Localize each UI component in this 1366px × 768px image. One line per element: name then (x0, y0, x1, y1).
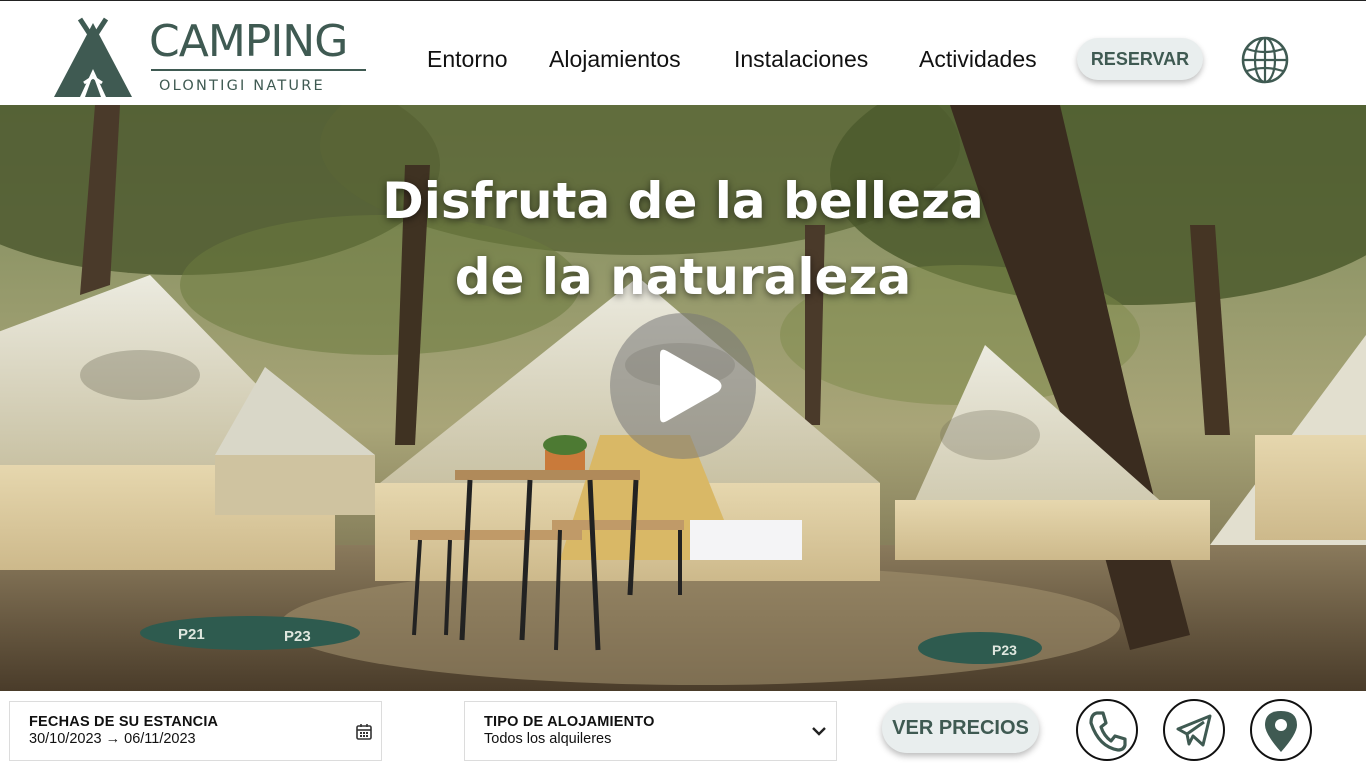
accommodation-type-select[interactable]: TIPO DE ALOJAMIENTO Todos los alquileres (464, 701, 837, 761)
stay-dates-label: FECHAS DE SU ESTANCIA (29, 714, 219, 730)
reserve-button[interactable]: RESERVAR (1077, 38, 1203, 80)
globe-icon[interactable] (1240, 35, 1290, 85)
nav-alojamientos[interactable]: Alojamientos (549, 45, 681, 73)
view-prices-button[interactable]: VER PRECIOS (882, 703, 1039, 753)
calendar-icon[interactable] (356, 723, 372, 740)
stay-dates-value: 30/10/2023 → 06/11/2023 (29, 731, 196, 747)
accommodation-type-value: Todos los alquileres (484, 731, 612, 747)
hero-section: P21 P23 P23 Disfruta de la belleza de la… (0, 105, 1366, 691)
hero-title-line-2: de la naturaleza (454, 248, 912, 306)
pitch-label-p23: P23 (284, 628, 311, 645)
stay-dates-field[interactable]: FECHAS DE SU ESTANCIA 30/10/2023 → 06/11… (9, 701, 382, 761)
phone-icon (1089, 711, 1127, 752)
pitch-label-p21: P21 (178, 626, 205, 643)
site-header: CAMPING OLONTIGI NATURE Entorno Alojamie… (0, 0, 1366, 105)
logo-subtitle: OLONTIGI NATURE (159, 78, 325, 94)
location-button[interactable] (1250, 699, 1312, 761)
camping-logo[interactable]: CAMPING OLONTIGI NATURE (52, 15, 372, 99)
telegram-icon (1176, 714, 1212, 747)
booking-bar: FECHAS DE SU ESTANCIA 30/10/2023 → 06/11… (0, 691, 1366, 768)
telegram-button[interactable] (1163, 699, 1225, 761)
nav-entorno[interactable]: Entorno (427, 45, 508, 73)
pitch-label-p23-right: P23 (992, 642, 1017, 658)
phone-button[interactable] (1076, 699, 1138, 761)
location-pin-icon (1265, 711, 1297, 752)
logo-divider (151, 69, 366, 71)
logo-title: CAMPING (149, 16, 348, 67)
chevron-down-icon (812, 727, 826, 736)
play-icon (660, 349, 722, 423)
teepee-logo-icon (54, 17, 132, 97)
hero-title: Disfruta de la belleza de la naturaleza (333, 163, 1033, 315)
nav-instalaciones[interactable]: Instalaciones (734, 45, 868, 73)
hero-title-line-1: Disfruta de la belleza (382, 172, 984, 230)
accommodation-type-label: TIPO DE ALOJAMIENTO (484, 714, 655, 730)
play-video-button[interactable] (610, 313, 756, 459)
nav-actividades[interactable]: Actividades (919, 45, 1037, 73)
